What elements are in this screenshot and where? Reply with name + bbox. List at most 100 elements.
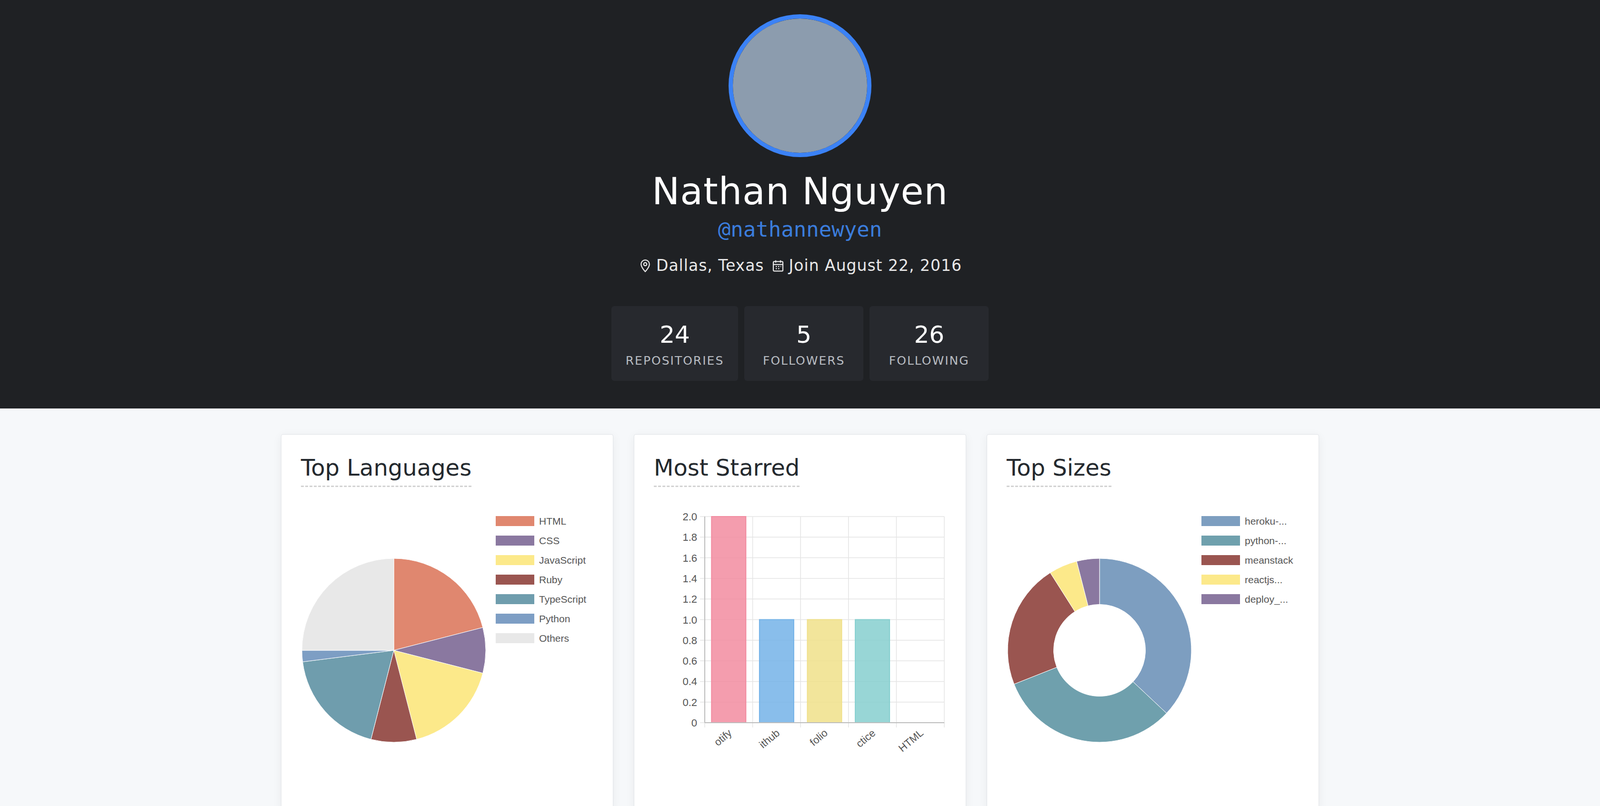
grid-line xyxy=(896,516,898,728)
legend-swatch xyxy=(1201,516,1240,527)
user-name: Nathan Nguyen xyxy=(651,169,949,215)
legend-item[interactable]: meanstack xyxy=(1201,554,1294,567)
legend-swatch xyxy=(495,613,535,624)
stat-value: 24 xyxy=(659,320,690,350)
stat-value: 26 xyxy=(913,320,945,350)
legend-label: Python xyxy=(539,613,570,625)
axis-tick: 1.8 xyxy=(682,531,698,544)
legend-swatch xyxy=(495,574,535,585)
chart-legend: HTML CSS JavaScript Ruby TypeScript Python Oth… xyxy=(495,515,587,645)
axis-tick: 0.2 xyxy=(682,696,698,709)
legend-swatch xyxy=(1201,555,1240,566)
legend-label: reactjs... xyxy=(1244,574,1283,586)
doughnut-slice[interactable] xyxy=(1014,667,1167,743)
axis-tick: 0.4 xyxy=(682,675,698,688)
legend-label: python-... xyxy=(1244,535,1287,547)
top-languages-card: Top Languages HTML CSS JavaScript Ruby TypeSc… xyxy=(280,434,614,806)
stat-box[interactable]: 5 FOLLOWERS xyxy=(744,306,864,381)
axis-tick: 0.6 xyxy=(682,655,698,668)
legend-item[interactable]: CSS xyxy=(495,535,587,547)
bar-label: ithub xyxy=(756,727,782,751)
axis-tick: 1.6 xyxy=(682,552,698,565)
profile-page: Nathan Nguyen@nathannewyen Dallas, Texas J… xyxy=(0,0,1600,806)
user-handle[interactable]: @nathannewyen xyxy=(718,217,882,243)
legend-label: CSS xyxy=(539,535,560,547)
axis-tick: 1.0 xyxy=(682,613,698,626)
stat-value: 5 xyxy=(796,320,812,350)
grid-line xyxy=(700,722,945,724)
legend-item[interactable]: HTML xyxy=(495,515,587,528)
bar[interactable] xyxy=(711,516,746,723)
card-title: Top Sizes xyxy=(1006,454,1112,488)
legend-label: meanstack xyxy=(1244,554,1294,567)
legend-item[interactable]: Ruby xyxy=(495,574,587,586)
chart-body: heroku-... python-... meanstack reactjs... d… xyxy=(1006,515,1300,744)
grid-line xyxy=(800,516,801,728)
legend-label: heroku-... xyxy=(1244,515,1288,528)
axis-tick: 1.4 xyxy=(682,572,698,585)
legend-label: Others xyxy=(539,632,570,645)
doughnut-slice[interactable] xyxy=(1076,558,1100,607)
legend-label: JavaScript xyxy=(539,554,586,567)
pie-slice[interactable] xyxy=(301,650,394,662)
stat-box[interactable]: 26 FOLLOWING xyxy=(869,306,989,381)
profile-header: Nathan Nguyen@nathannewyen Dallas, Texas J… xyxy=(0,0,1600,409)
location: Dallas, Texas xyxy=(638,256,765,275)
legend-label: Ruby xyxy=(539,574,563,586)
stat-label: FOLLOWING xyxy=(889,353,970,368)
chart-body: 2.0 1.8 1.6 1.4 1.2 1.0 0.8 0.6 0.4 0.2 0 otify ithu… xyxy=(653,510,947,770)
map-pin-icon xyxy=(638,258,653,273)
legend-item[interactable]: Python xyxy=(495,613,587,625)
charts-section: Top Languages HTML CSS JavaScript Ruby TypeSc… xyxy=(0,408,1600,806)
avatar-photo xyxy=(732,18,868,153)
legend-swatch xyxy=(495,555,535,566)
legend-swatch xyxy=(495,516,535,527)
axis-tick: 1.2 xyxy=(682,593,698,606)
languages-pie-chart xyxy=(300,557,487,744)
legend-item[interactable]: reactjs... xyxy=(1201,574,1294,586)
legend-swatch xyxy=(1201,574,1240,585)
card-title: Top Languages xyxy=(300,454,472,488)
starred-bar-chart: 2.0 1.8 1.6 1.4 1.2 1.0 0.8 0.6 0.4 0.2 0 otify ithu… xyxy=(653,510,948,769)
doughnut-slice[interactable] xyxy=(1099,558,1192,714)
legend-item[interactable]: TypeScript xyxy=(495,593,587,606)
legend-label: TypeScript xyxy=(539,593,587,606)
legend-swatch xyxy=(495,535,535,546)
bar[interactable] xyxy=(855,619,890,723)
stats-row: 24REPOSITORIES 5 FOLLOWERS 26 FOLLOWING xyxy=(611,306,990,381)
grid-line xyxy=(848,516,850,728)
legend-item[interactable]: python-... xyxy=(1201,535,1294,547)
card-title: Most Starred xyxy=(653,454,800,488)
pie-slice[interactable] xyxy=(301,558,394,651)
bar-label: HTML xyxy=(896,727,926,755)
pie-slice[interactable] xyxy=(302,650,394,740)
grid-line xyxy=(943,516,945,728)
most-starred-card: Most Starred 2.0 1.8 1.6 1.4 1.2 1.0 0.8 0.6 0.4 0… xyxy=(633,434,967,806)
grid-line xyxy=(752,516,754,728)
stat-box[interactable]: 24REPOSITORIES xyxy=(611,306,739,381)
axis-tick: 0.8 xyxy=(682,634,698,647)
legend-item[interactable]: Others xyxy=(495,632,587,645)
bar-label: otify xyxy=(711,727,735,749)
top-sizes-card: Top Sizes heroku-... python-... meanstack re… xyxy=(986,434,1320,806)
legend-item[interactable]: JavaScript xyxy=(495,554,587,567)
legend-swatch xyxy=(1201,594,1240,605)
legend-swatch xyxy=(495,594,535,605)
bar[interactable] xyxy=(759,619,794,723)
bar[interactable] xyxy=(807,619,842,723)
calendar-icon xyxy=(770,258,786,273)
legend-label: deploy_... xyxy=(1244,593,1289,606)
legend-swatch xyxy=(495,633,535,644)
join-date-text: Join August 22, 2016 xyxy=(789,256,962,275)
stat-label: FOLLOWERS xyxy=(762,353,845,368)
legend-item[interactable]: deploy_... xyxy=(1201,593,1294,606)
legend-item[interactable]: heroku-... xyxy=(1201,515,1294,528)
grid-line xyxy=(704,516,706,728)
axis-tick: 0 xyxy=(691,717,698,730)
bar-label: ctice xyxy=(853,727,879,750)
chart-legend: heroku-... python-... meanstack reactjs... d… xyxy=(1201,515,1294,606)
join-date: Join August 22, 2016 xyxy=(770,256,962,275)
legend-label: HTML xyxy=(539,515,567,528)
axis-tick: 2.0 xyxy=(682,510,698,523)
x-axis xyxy=(704,722,945,724)
